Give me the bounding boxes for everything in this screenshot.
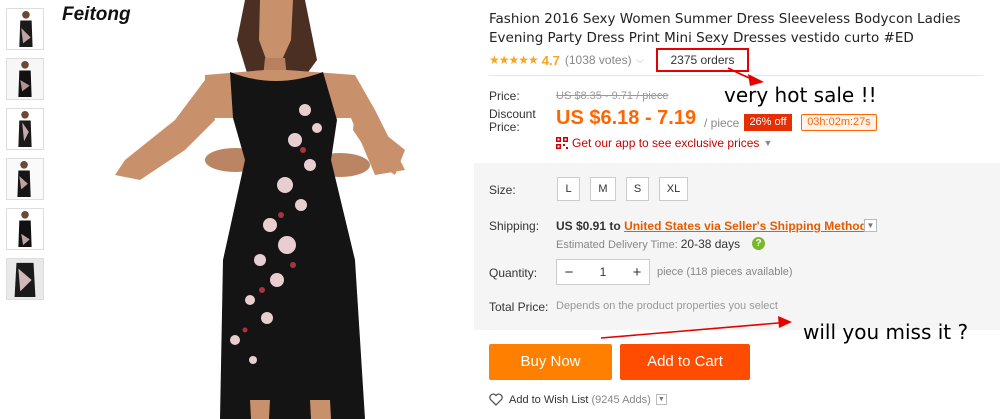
thumbnail-2[interactable] [6,58,44,100]
qr-code-icon [556,137,568,149]
estimated-delivery-label: Estimated Delivery Time: [556,239,678,251]
shipping-info: US $0.91 to United States via Seller's S… [556,219,867,233]
rating-stars-icon: ★★★★★ [489,53,539,67]
price-unit: / piece [704,116,740,130]
size-option-l[interactable]: L [557,177,580,201]
rating-row: ★★★★★ 4.7 (1038 votes) ⌵ [489,52,643,68]
wishlist-count: (9245 Adds) [591,393,651,406]
wishlist-link[interactable]: Add to Wish List [509,394,588,406]
rating-value: 4.7 [541,52,560,68]
votes-count[interactable]: (1038 votes) [565,53,632,67]
pieces-available: piece (118 pieces available) [657,266,793,278]
estimated-delivery: Estimated Delivery Time: 20-38 days [556,237,740,251]
thumbnail-6[interactable] [6,258,44,300]
chevron-down-icon: ▼ [763,138,773,148]
thumbnail-3[interactable] [6,108,44,150]
wishlist-row[interactable]: Add to Wish List (9245 Adds) ▼ [489,393,667,406]
discount-badge: 26% off [744,114,792,131]
chevron-down-icon[interactable]: ▼ [655,394,667,405]
discount-price-label: Discount Price: [489,107,536,134]
chevron-down-icon[interactable]: ⌵ [637,55,644,66]
app-promo-text: Get our app to see exclusive prices [572,136,760,150]
thumbnail-1[interactable] [6,8,44,50]
app-promo-link[interactable]: Get our app to see exclusive prices ▼ [556,136,772,150]
quantity-increase-button[interactable]: + [625,264,649,281]
size-option-m[interactable]: M [590,177,616,201]
size-option-xl[interactable]: XL [659,177,688,201]
help-icon[interactable]: ? [752,237,765,250]
countdown-timer: 03h:02m:27s [801,114,877,131]
thumbnail-5[interactable] [6,208,44,250]
quantity-decrease-button[interactable]: − [557,264,581,281]
orders-count: 2375 orders [656,48,749,72]
shipping-price: US $0.91 [556,219,607,233]
shipping-to: to [609,219,621,233]
buy-now-button[interactable]: Buy Now [489,344,612,380]
total-price-label: Total Price: [489,300,549,314]
product-main-image [55,0,470,419]
shipping-label: Shipping: [489,219,540,233]
annotation-miss-it: will you miss it ? [803,320,969,344]
divider [489,75,983,76]
size-option-s[interactable]: S [626,177,649,201]
add-to-cart-button[interactable]: Add to Cart [620,344,750,380]
brand-watermark: Feitong [62,4,131,25]
product-title: Fashion 2016 Sexy Women Summer Dress Sle… [489,11,961,46]
estimated-delivery-days: 20-38 days [680,237,741,251]
chevron-down-icon[interactable]: ▼ [864,219,877,232]
heart-icon [489,393,503,406]
shipping-method-link[interactable]: United States via Seller's Shipping Meth… [624,219,867,233]
annotation-hot-sale: very hot sale !! [724,83,877,107]
price-label: Price: [489,89,520,103]
quantity-label: Quantity: [489,266,538,280]
quantity-input[interactable]: 1 [581,265,625,279]
discount-price: US $6.18 - 7.19 [556,107,697,129]
original-price: US $8.35 - 9.71 / piece [556,90,669,102]
thumbnail-4[interactable] [6,158,44,200]
size-label: Size: [489,183,516,197]
quantity-stepper: − 1 + [556,259,650,285]
total-price-note: Depends on the product properties you se… [556,300,778,312]
